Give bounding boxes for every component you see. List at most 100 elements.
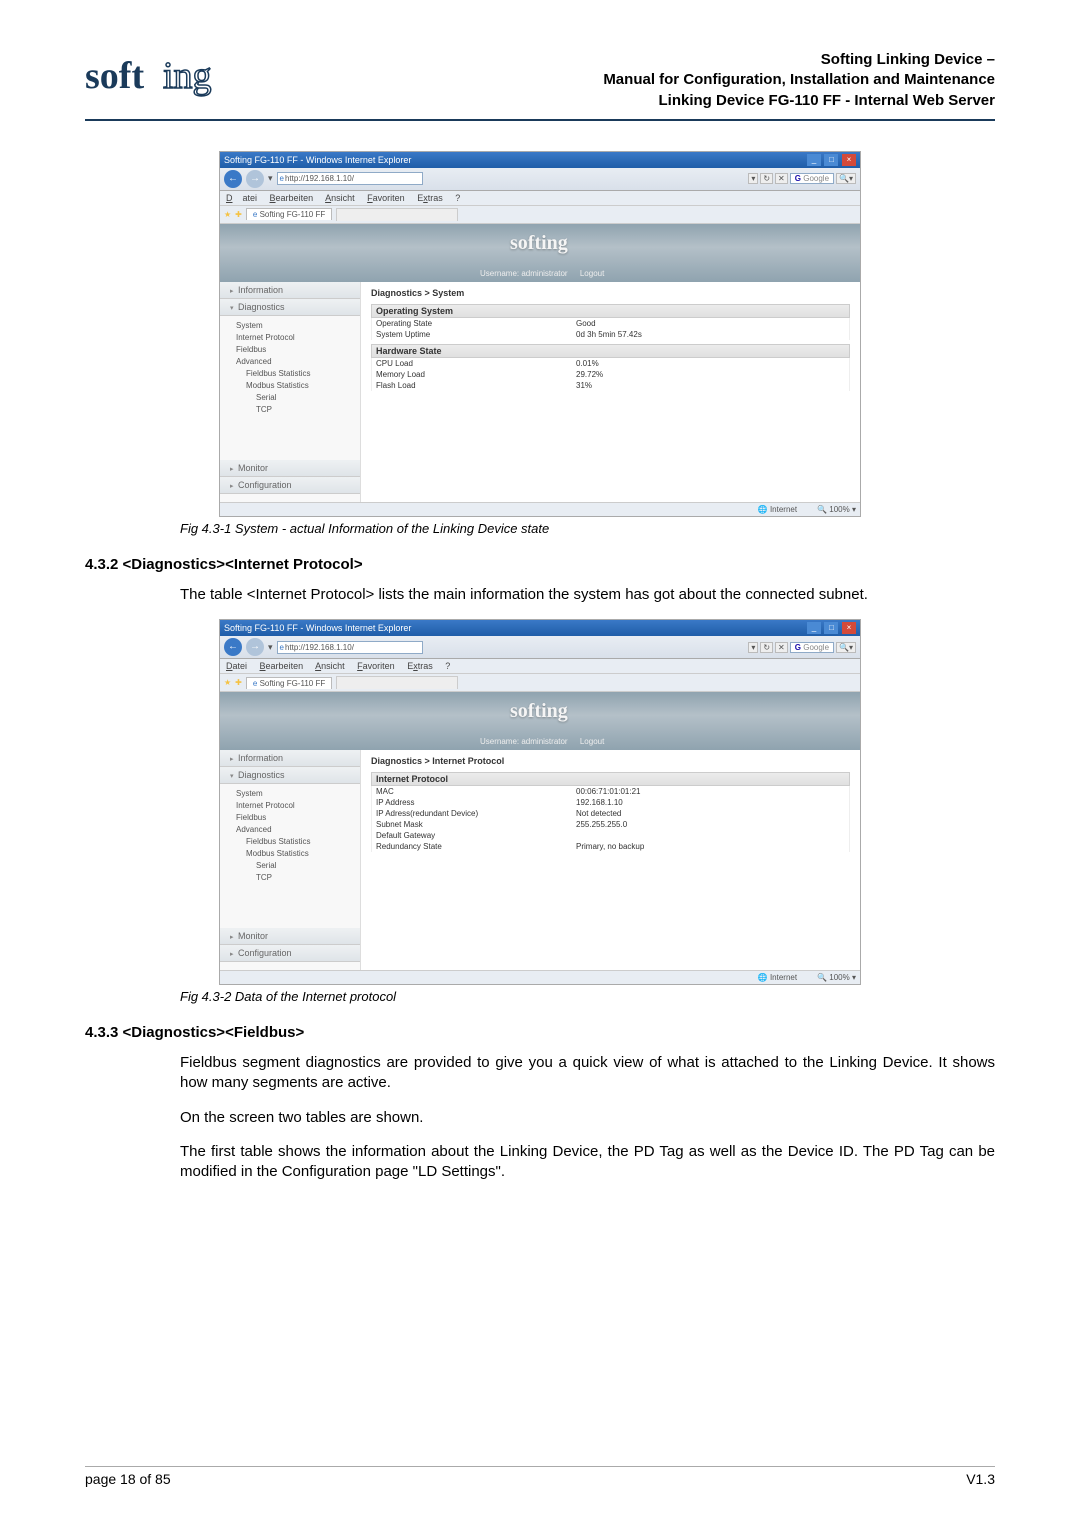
stop-icon[interactable]: ✕ <box>775 642 788 653</box>
fig-caption-1: Fig 4.3-1 System - actual Information of… <box>180 521 995 536</box>
logout-link[interactable]: Logout <box>580 269 604 278</box>
nav-advanced[interactable]: Advanced <box>236 824 360 836</box>
address-bar[interactable]: ehttp://192.168.1.10/ <box>277 172 423 185</box>
app-body: ▸Information ▾Diagnostics System Interne… <box>220 750 860 970</box>
nav-advanced[interactable]: Advanced <box>236 356 360 368</box>
breadcrumb: Diagnostics > Internet Protocol <box>371 756 850 766</box>
nav-monitor[interactable]: ▸Monitor <box>220 460 360 477</box>
zoom-level[interactable]: 🔍 100% ▾ <box>817 973 856 982</box>
back-icon[interactable]: ← <box>224 170 242 188</box>
menu-favoriten[interactable]: Favoriten <box>357 661 395 671</box>
nav-tcp[interactable]: TCP <box>236 404 360 416</box>
ie-tab-bar: ★ ✚ e Softing FG-110 FF <box>220 206 860 224</box>
main-area: Diagnostics > Internet Protocol Internet… <box>361 750 860 970</box>
search-go-icon[interactable]: 🔍▾ <box>836 642 856 653</box>
favorites-icon[interactable]: ★ <box>224 210 231 219</box>
nav-ip[interactable]: Internet Protocol <box>236 800 360 812</box>
chevron-right-icon: ▸ <box>230 933 238 941</box>
username-value: administrator <box>521 737 567 746</box>
nav-mbstats[interactable]: Modbus Statistics <box>236 380 360 392</box>
window-buttons: _ □ × <box>806 154 856 166</box>
nav-mbstats[interactable]: Modbus Statistics <box>236 848 360 860</box>
menu-extras[interactable]: Extras <box>407 661 433 671</box>
new-tab[interactable] <box>336 676 458 689</box>
username-label: Username: <box>480 737 519 746</box>
forward-icon[interactable]: → <box>246 638 264 656</box>
nav-fbstats[interactable]: Fieldbus Statistics <box>236 836 360 848</box>
ie-status-bar: Internet 🔍 100% ▾ <box>220 502 860 516</box>
auth-line: Username: administrator Logout <box>480 737 604 746</box>
menu-extras[interactable]: Extras <box>417 193 443 203</box>
favorites-icon[interactable]: ★ <box>224 678 231 687</box>
zoom-level[interactable]: 🔍 100% ▾ <box>817 505 856 514</box>
stop-icon[interactable]: ✕ <box>775 173 788 184</box>
nav-serial[interactable]: Serial <box>236 860 360 872</box>
search-go-icon[interactable]: 🔍▾ <box>836 173 856 184</box>
close-icon[interactable]: × <box>842 622 856 634</box>
row-uptime: System Uptime0d 3h 5min 57.42s <box>371 329 850 340</box>
nav-diagnostics[interactable]: ▾Diagnostics <box>220 299 360 316</box>
menu-favoriten[interactable]: Favoriten <box>367 193 405 203</box>
svg-text:soft: soft <box>85 55 144 97</box>
maximize-icon[interactable]: □ <box>824 622 838 634</box>
chevron-down-icon: ▾ <box>230 304 238 312</box>
fig-caption-2: Fig 4.3-2 Data of the Internet protocol <box>180 989 995 1004</box>
nav-config[interactable]: ▸Configuration <box>220 477 360 494</box>
search-box[interactable]: G Google <box>790 642 834 653</box>
search-box[interactable]: G Google <box>790 173 834 184</box>
go-icon[interactable]: ▾ <box>748 173 758 184</box>
menu-ansicht[interactable]: Ansicht <box>315 661 345 671</box>
close-icon[interactable]: × <box>842 154 856 166</box>
back-icon[interactable]: ← <box>224 638 242 656</box>
menu-help[interactable]: ? <box>455 193 460 203</box>
nav-fbstats[interactable]: Fieldbus Statistics <box>236 368 360 380</box>
menu-bearbeiten[interactable]: Bearbeiten <box>260 661 304 671</box>
page-number: page 18 of 85 <box>85 1471 171 1487</box>
chevron-right-icon: ▸ <box>230 482 238 490</box>
nav-system[interactable]: System <box>236 320 360 332</box>
nav-information[interactable]: ▸Information <box>220 282 360 299</box>
nav-system[interactable]: System <box>236 788 360 800</box>
refresh-icon[interactable]: ↻ <box>760 642 773 653</box>
app-body: ▸Information ▾Diagnostics System Interne… <box>220 282 860 502</box>
tab-favicon-icon: e <box>253 679 257 688</box>
page-footer: page 18 of 85 V1.3 <box>85 1466 995 1487</box>
refresh-icon[interactable]: ↻ <box>760 173 773 184</box>
nav-monitor[interactable]: ▸Monitor <box>220 928 360 945</box>
maximize-icon[interactable]: □ <box>824 154 838 166</box>
dropdown-icon[interactable]: ▾ <box>268 173 273 184</box>
menu-help[interactable]: ? <box>445 661 450 671</box>
nav-ip[interactable]: Internet Protocol <box>236 332 360 344</box>
menu-datei[interactable]: Datei <box>226 661 247 671</box>
screenshot-system: Softing FG-110 FF - Windows Internet Exp… <box>219 151 861 517</box>
ie-menu-bar: Datei Bearbeiten Ansicht Favoriten Extra… <box>220 191 860 206</box>
ie-nav-toolbar: ← → ▾ ehttp://192.168.1.10/ ▾ ↻ ✕ G Goog… <box>220 636 860 659</box>
menu-ansicht[interactable]: Ansicht <box>325 193 355 203</box>
ie-titlebar: Softing FG-110 FF - Windows Internet Exp… <box>220 620 860 636</box>
minimize-icon[interactable]: _ <box>807 154 821 166</box>
forward-icon[interactable]: → <box>246 170 264 188</box>
browser-tab[interactable]: e Softing FG-110 FF <box>246 208 332 220</box>
ie-menu-bar: Datei Bearbeiten Ansicht Favoriten Extra… <box>220 659 860 674</box>
nav-fieldbus[interactable]: Fieldbus <box>236 812 360 824</box>
browser-tab[interactable]: e Softing FG-110 FF <box>246 677 332 689</box>
nav-fieldbus[interactable]: Fieldbus <box>236 344 360 356</box>
menu-datei[interactable]: Datei <box>226 193 257 203</box>
add-fav-icon[interactable]: ✚ <box>235 678 242 687</box>
header-title-block: Softing Linking Device – Manual for Conf… <box>603 50 995 111</box>
logout-link[interactable]: Logout <box>580 737 604 746</box>
address-bar[interactable]: ehttp://192.168.1.10/ <box>277 641 423 654</box>
chevron-right-icon: ▸ <box>230 465 238 473</box>
minimize-icon[interactable]: _ <box>807 622 821 634</box>
nav-information[interactable]: ▸Information <box>220 750 360 767</box>
nav-tcp[interactable]: TCP <box>236 872 360 884</box>
menu-bearbeiten[interactable]: Bearbeiten <box>270 193 314 203</box>
manual-page: softing Softing Linking Device – Manual … <box>0 0 1080 1527</box>
nav-config[interactable]: ▸Configuration <box>220 945 360 962</box>
nav-diagnostics[interactable]: ▾Diagnostics <box>220 767 360 784</box>
dropdown-icon[interactable]: ▾ <box>268 642 273 653</box>
new-tab[interactable] <box>336 208 458 221</box>
add-fav-icon[interactable]: ✚ <box>235 210 242 219</box>
go-icon[interactable]: ▾ <box>748 642 758 653</box>
nav-serial[interactable]: Serial <box>236 392 360 404</box>
